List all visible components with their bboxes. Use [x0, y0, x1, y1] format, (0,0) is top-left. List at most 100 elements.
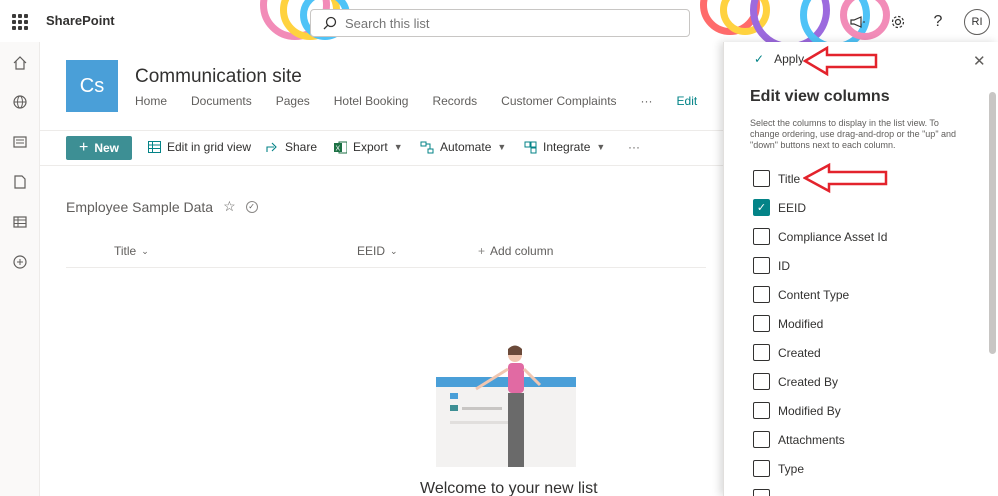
checkbox[interactable]: [753, 402, 770, 419]
share-label: Share: [285, 140, 318, 154]
suite-bar: SharePoint ? RI: [0, 0, 998, 42]
integrate-button[interactable]: Integrate ▼: [524, 140, 605, 154]
column-option-created-by[interactable]: Created By: [753, 373, 838, 390]
panel-scrollbar[interactable]: [989, 92, 996, 354]
megaphone-icon[interactable]: [844, 8, 872, 36]
column-option-label: Created: [778, 345, 821, 360]
site-nav: Home Documents Pages Hotel Booking Recor…: [135, 94, 721, 108]
add-column-label: Add column: [490, 244, 554, 258]
column-header-label: EEID: [357, 244, 386, 258]
integrate-label: Integrate: [543, 140, 591, 154]
check-circle-icon[interactable]: ✓: [245, 200, 258, 213]
search-icon: [323, 16, 337, 30]
nav-customer-complaints[interactable]: Customer Complaints: [501, 94, 616, 108]
column-option-label: Created By: [778, 374, 839, 389]
left-rail: [0, 42, 40, 496]
checkbox[interactable]: [753, 344, 770, 361]
home-icon[interactable]: [11, 54, 29, 72]
edit-grid-button[interactable]: Edit in grid view: [148, 140, 251, 154]
share-button[interactable]: Share: [266, 140, 317, 154]
chevron-down-icon: ▼: [596, 142, 606, 152]
column-option-eeid[interactable]: ✓ EEID: [753, 199, 806, 216]
app-launcher-icon[interactable]: [12, 14, 28, 30]
chevron-down-icon: ⌄: [141, 245, 149, 256]
help-icon[interactable]: ?: [924, 8, 952, 36]
column-option-compliance-asset-id[interactable]: Compliance Asset Id: [753, 228, 887, 245]
nav-documents[interactable]: Documents: [191, 94, 252, 108]
checkbox[interactable]: [753, 228, 770, 245]
app-brand[interactable]: SharePoint: [46, 13, 115, 28]
automate-button[interactable]: Automate ▼: [420, 140, 506, 154]
column-header-eeid[interactable]: EEID ⌄: [357, 244, 398, 258]
close-icon[interactable]: ✕: [973, 52, 986, 70]
new-button-label: New: [94, 141, 120, 155]
search-input[interactable]: [345, 15, 645, 31]
edit-grid-label: Edit in grid view: [167, 140, 252, 154]
list-icon[interactable]: [11, 213, 29, 231]
column-option-modified-by[interactable]: Modified By: [753, 402, 841, 419]
checkbox[interactable]: [753, 373, 770, 390]
column-option-label: Modified By: [778, 403, 841, 418]
column-option-label: EEID: [778, 200, 807, 215]
automate-label: Automate: [440, 140, 492, 154]
add-circle-icon[interactable]: [11, 253, 29, 271]
column-divider: [66, 267, 706, 268]
column-option-partial[interactable]: [753, 489, 770, 496]
nav-pages[interactable]: Pages: [276, 94, 310, 108]
nav-records[interactable]: Records: [432, 94, 477, 108]
checkbox[interactable]: ✓: [753, 199, 770, 216]
search-box[interactable]: [310, 9, 690, 37]
column-option-content-type[interactable]: Content Type: [753, 286, 849, 303]
column-option-label: Attachments: [778, 432, 845, 447]
chevron-down-icon: ▼: [497, 142, 507, 152]
news-icon[interactable]: [11, 133, 29, 151]
star-icon[interactable]: ☆: [223, 198, 236, 215]
svg-text:X: X: [336, 145, 341, 152]
apply-label: Apply: [774, 52, 805, 66]
checkbox[interactable]: [753, 286, 770, 303]
nav-home[interactable]: Home: [135, 94, 167, 108]
column-option-label: Compliance Asset Id: [778, 229, 888, 244]
column-option-id[interactable]: ID: [753, 257, 790, 274]
nav-more-button[interactable]: ···: [641, 94, 653, 108]
column-header-title[interactable]: Title ⌄: [114, 244, 149, 258]
list-header: Employee Sample Data ☆ ✓: [66, 198, 258, 215]
panel-description: Select the columns to display in the lis…: [750, 118, 957, 150]
site-title[interactable]: Communication site: [135, 66, 302, 88]
more-commands-button[interactable]: ···: [628, 140, 640, 154]
integrate-icon: [524, 141, 537, 153]
checkbox[interactable]: [753, 489, 770, 496]
add-column-button[interactable]: + Add column: [478, 244, 553, 258]
checkbox[interactable]: [753, 315, 770, 332]
new-button[interactable]: + New: [66, 136, 132, 160]
file-icon[interactable]: [11, 173, 29, 191]
globe-icon[interactable]: [11, 93, 29, 111]
avatar[interactable]: RI: [964, 9, 990, 35]
annotation-arrow-apply: [803, 45, 878, 77]
chevron-down-icon: ▼: [393, 142, 403, 152]
column-option-label: Modified: [778, 316, 824, 331]
checkbox[interactable]: [753, 431, 770, 448]
welcome-message: Welcome to your new list: [420, 480, 598, 496]
checkbox[interactable]: [753, 170, 770, 187]
column-option-created[interactable]: Created: [753, 344, 821, 361]
column-option-title[interactable]: Title: [753, 170, 800, 187]
nav-hotel-booking[interactable]: Hotel Booking: [334, 94, 409, 108]
plus-icon: +: [478, 244, 486, 258]
edit-view-columns-panel: ✓ Apply ✕ Edit view columns Select the c…: [723, 42, 998, 496]
column-option-attachments[interactable]: Attachments: [753, 431, 845, 448]
chevron-down-icon: ⌄: [390, 245, 398, 256]
column-header-label: Title: [114, 244, 137, 258]
checkbox[interactable]: [753, 460, 770, 477]
column-option-label: Type: [778, 461, 805, 476]
export-button[interactable]: X Export ▼: [334, 140, 403, 154]
gear-icon[interactable]: [884, 8, 912, 36]
checkbox[interactable]: [753, 257, 770, 274]
share-icon: [266, 142, 277, 152]
column-option-modified[interactable]: Modified: [753, 315, 823, 332]
nav-edit-link[interactable]: Edit: [677, 94, 698, 108]
column-option-label: ID: [778, 258, 790, 273]
apply-button[interactable]: ✓ Apply: [754, 52, 804, 66]
site-logo[interactable]: Cs: [66, 60, 118, 112]
column-option-type[interactable]: Type: [753, 460, 804, 477]
